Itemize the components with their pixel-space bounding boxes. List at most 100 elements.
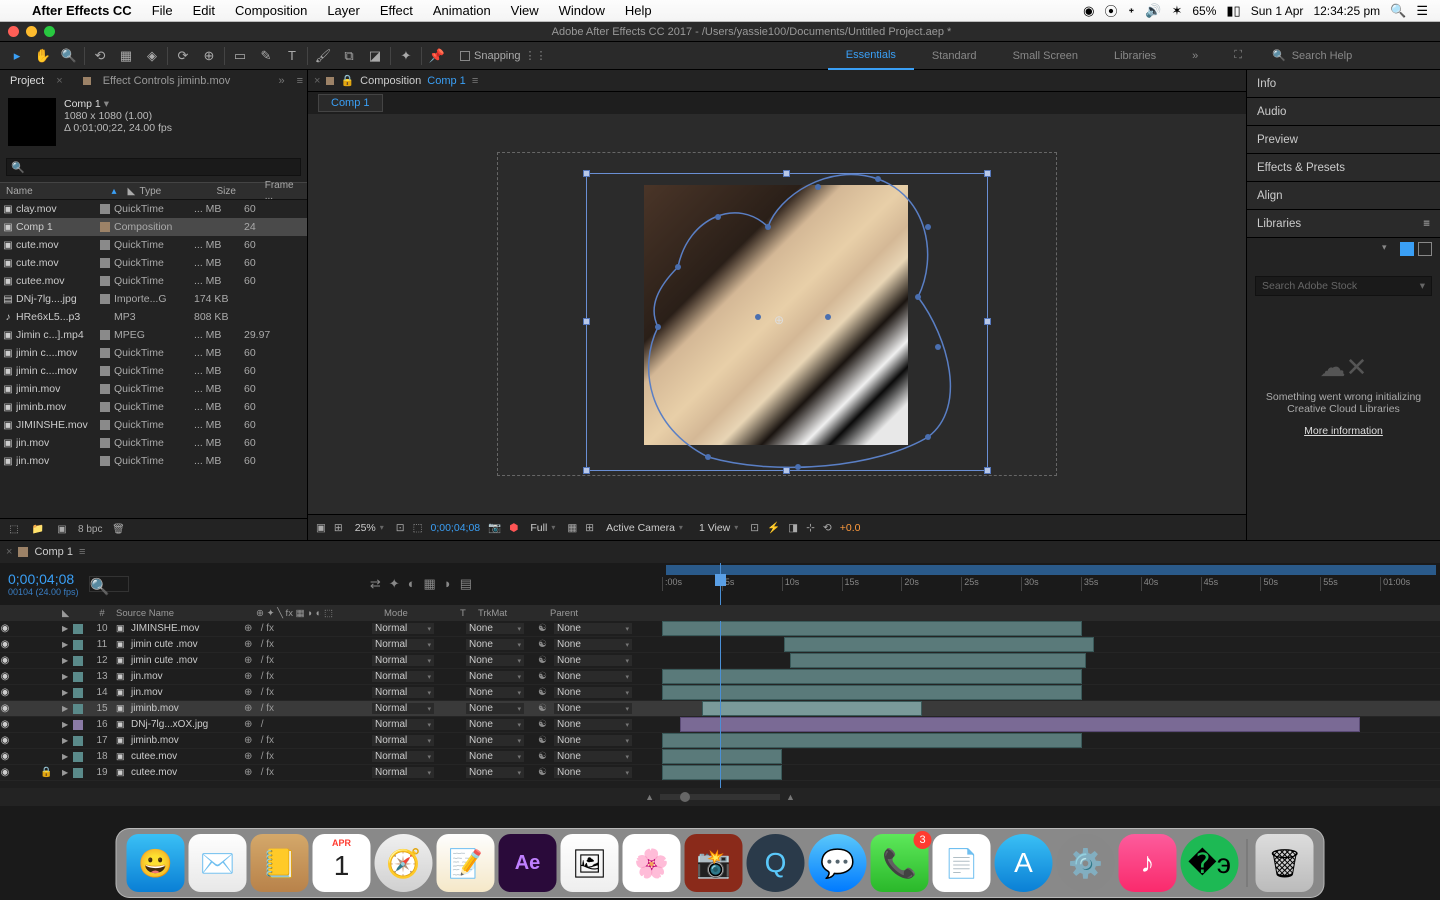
hand-tool[interactable]: ✋ (32, 46, 54, 66)
current-time[interactable]: 0;00;04;08 (431, 522, 481, 534)
more-information-link[interactable]: More information (1259, 425, 1428, 437)
menubar-time[interactable]: 12:34:25 pm (1313, 4, 1380, 18)
new-comp-icon[interactable]: ▣ (54, 524, 70, 535)
minimize-window-icon[interactable] (26, 26, 37, 37)
layer-bar[interactable] (662, 621, 1082, 636)
menu-layer[interactable]: Layer (317, 3, 370, 18)
delete-icon[interactable]: 🗑 (110, 524, 126, 535)
dock-safari[interactable]: 🧭 (375, 834, 433, 892)
timeline-tab[interactable]: Comp 1 (34, 546, 73, 558)
menu-window[interactable]: Window (549, 3, 615, 18)
panel-menu-icon[interactable]: ≡ (297, 75, 303, 87)
dock-calendar[interactable]: APR1 (313, 834, 371, 892)
col-label-icon[interactable]: ◣ (122, 186, 134, 197)
dock-settings[interactable]: ⚙️ (1057, 834, 1115, 892)
panel-info[interactable]: Info (1247, 70, 1440, 98)
rectangle-tool[interactable]: ▭ (229, 46, 251, 66)
project-item[interactable]: ▤DNj-7lg....jpgImporte...G174 KB (0, 290, 307, 308)
timeline-timecode[interactable]: 0;00;04;08 (8, 571, 79, 587)
layer-bar[interactable] (662, 685, 1082, 700)
anchor-point-icon[interactable]: ⊕ (774, 313, 784, 327)
dock-quicktime[interactable]: Q (747, 834, 805, 892)
notification-center-icon[interactable]: ☰ (1416, 3, 1428, 19)
project-item[interactable]: ▣cute.movQuickTime... MB60 (0, 236, 307, 254)
menu-view[interactable]: View (501, 3, 549, 18)
camera-dropdown[interactable]: Active Camera▾ (602, 522, 687, 534)
orbit-tool[interactable]: ⟲ (89, 46, 111, 66)
puppet-tool[interactable]: 📌 (426, 46, 448, 66)
dock-mail[interactable]: ✉️ (189, 834, 247, 892)
app-name[interactable]: After Effects CC (22, 3, 142, 18)
dock-facetime[interactable]: 📞3 (871, 834, 929, 892)
reset-exposure-icon[interactable]: ⟲ (823, 522, 832, 534)
layer-bar[interactable] (680, 717, 1360, 732)
roi-icon[interactable]: ⬚ (413, 522, 423, 534)
volume-icon[interactable]: 🔊 (1145, 3, 1161, 19)
lib-list-view-icon[interactable] (1418, 242, 1432, 256)
views-dropdown[interactable]: 1 View▾ (695, 522, 742, 534)
menu-help[interactable]: Help (615, 3, 662, 18)
project-item[interactable]: ▣Comp 1Composition24 (0, 218, 307, 236)
dolly-tool[interactable]: ◈ (141, 46, 163, 66)
spotlight-icon[interactable]: 🔍 (1390, 3, 1406, 19)
project-item[interactable]: ▣Jimin c...].mp4MPEG... MB29.97 (0, 326, 307, 344)
dock-photos[interactable]: 🌸 (623, 834, 681, 892)
pixel-aspect-icon[interactable]: ⊡ (750, 522, 759, 534)
menu-effect[interactable]: Effect (370, 3, 423, 18)
layer-bar[interactable] (702, 701, 922, 716)
eraser-tool[interactable]: ◪ (364, 46, 386, 66)
tab-close-icon[interactable]: × (56, 75, 62, 87)
panel-audio[interactable]: Audio (1247, 98, 1440, 126)
comp-thumbnail[interactable] (8, 98, 56, 146)
selection-tool[interactable]: ▸ (6, 46, 28, 66)
draft3d-icon[interactable]: ✦ (389, 576, 400, 592)
lib-grid-view-icon[interactable] (1400, 242, 1414, 256)
timeline-tab-close-icon[interactable]: × (6, 546, 12, 558)
clone-tool[interactable]: ⧉ (338, 46, 360, 66)
menubar-extra-icon[interactable]: ⦿ (1104, 1, 1117, 20)
hide-shy-icon[interactable]: ◐ (408, 576, 416, 592)
workspace-standard[interactable]: Standard (914, 42, 995, 70)
project-item[interactable]: ▣jimin.movQuickTime... MB60 (0, 380, 307, 398)
transparency-grid-icon[interactable]: ⊞ (334, 522, 343, 534)
dock-after-effects[interactable]: Ae (499, 834, 557, 892)
comp-tab-close-icon[interactable]: × (314, 75, 320, 87)
dock-appstore[interactable]: A (995, 834, 1053, 892)
comp-panel-name[interactable]: Comp 1 (427, 75, 466, 87)
new-folder-icon[interactable]: 📁 (30, 524, 46, 535)
zoom-in-icon[interactable]: ▲ (786, 792, 795, 802)
mask-path[interactable] (598, 167, 988, 477)
workspace-overflow[interactable]: » (1174, 42, 1216, 70)
always-preview-icon[interactable]: ▣ (316, 522, 326, 534)
composition-viewer[interactable]: ⊕ (308, 114, 1246, 514)
tab-effect-controls[interactable]: Effect Controls jiminb.mov (97, 75, 237, 87)
col-size[interactable]: Size (210, 186, 258, 197)
layer-bar[interactable] (662, 749, 782, 764)
time-ruler[interactable]: :00s5s10s15s20s25s30s35s40s45s50s55s01:0… (662, 563, 1440, 605)
project-item[interactable]: ▣JIMINSHE.movQuickTime... MB60 (0, 416, 307, 434)
channel-icon[interactable]: ⬢ (509, 522, 518, 534)
work-area[interactable] (666, 565, 1436, 575)
brush-tool[interactable]: 🖌 (312, 46, 334, 66)
wifi-icon[interactable]: ✶ (1171, 3, 1182, 19)
comp-flowchart-icon[interactable]: ▾ (104, 98, 109, 110)
project-search[interactable]: 🔍 (6, 158, 301, 176)
panel-effects-presets[interactable]: Effects & Presets (1247, 154, 1440, 182)
comp-mini-flowchart-icon[interactable]: ⇄ (370, 576, 381, 592)
timeline-frames[interactable]: 00104 (24.00 fps) (8, 587, 79, 597)
graph-editor-icon[interactable]: ▤ (460, 576, 472, 592)
cc-status-icon[interactable]: ◉ (1083, 3, 1094, 19)
pen-tool[interactable]: ✎ (255, 46, 277, 66)
pan-camera-tool[interactable]: ▦ (115, 46, 137, 66)
project-item[interactable]: ▣cutee.movQuickTime... MB60 (0, 272, 307, 290)
timeline-icon[interactable]: ◨ (788, 522, 798, 534)
snapshot-icon[interactable]: 📷 (488, 521, 501, 534)
layer-bar[interactable] (662, 733, 1082, 748)
project-item[interactable]: ▣jimin c....movQuickTime... MB60 (0, 362, 307, 380)
project-item[interactable]: ▣clay.movQuickTime... MB60 (0, 200, 307, 218)
timeline-search[interactable]: 🔍 (89, 576, 129, 592)
sort-indicator-icon[interactable]: ▴ (106, 186, 122, 197)
col-frame[interactable]: Frame ... (259, 180, 307, 202)
timeline-layers[interactable]: ◉▶10▣JIMINSHE.mov⊕ / fxNormal▾None▾☯None… (0, 621, 1440, 788)
col-name[interactable]: Name (0, 186, 106, 197)
